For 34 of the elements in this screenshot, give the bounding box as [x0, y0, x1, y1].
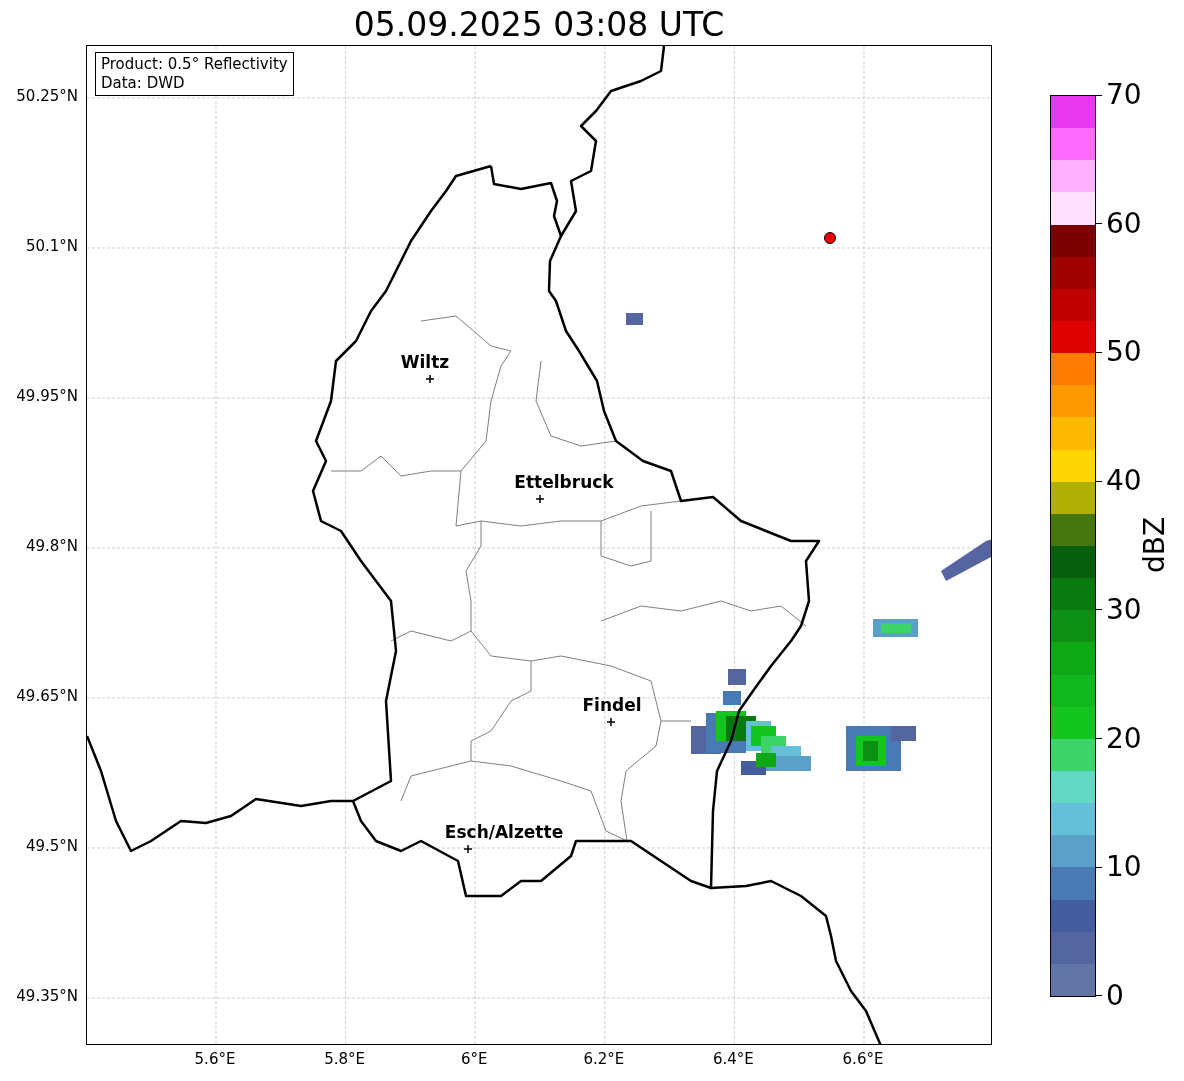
colorbar-tick-label: 30 [1106, 593, 1142, 626]
colorbar-tick-label: 50 [1106, 336, 1142, 369]
latitude-label: 49.5°N [25, 839, 78, 854]
colorbar-tick-label: 20 [1106, 722, 1142, 755]
city-label: Ettelbruck [514, 474, 614, 491]
city-label: Esch/Alzette [444, 824, 564, 841]
city-marker-icon [463, 844, 473, 854]
city-label: Wiltz [400, 354, 450, 371]
latitude-label: 50.25°N [16, 89, 78, 104]
colorbar-tick-label: 0 [1106, 979, 1124, 1012]
longitude-label: 5.8°E [324, 1052, 365, 1067]
latitude-label: 49.65°N [16, 689, 78, 704]
chart-title: 05.09.2025 03:08 UTC [353, 8, 725, 45]
info-text: Data: DWD [101, 74, 186, 93]
colorbar-tick-label: 10 [1106, 851, 1142, 884]
city-marker-icon [535, 494, 545, 504]
longitude-label: 5.6°E [194, 1052, 236, 1067]
longitude-label: 6.4°E [712, 1052, 754, 1067]
city-label: Findel [582, 697, 642, 714]
location-dot-icon [824, 232, 836, 244]
colorbar-tick-label: 70 [1106, 79, 1142, 111]
longitude-label: 6.2°E [583, 1052, 625, 1067]
latitude-label: 49.35°N [16, 989, 78, 1004]
latitude-label: 49.95°N [16, 389, 78, 404]
colorbar-tick-label: 60 [1106, 207, 1142, 240]
info-text: Product: 0.5° Reflectivity [101, 55, 288, 74]
city-marker-icon [606, 717, 616, 727]
latitude-label: 49.8°N [25, 539, 78, 554]
city-marker-icon [425, 374, 435, 384]
longitude-label: 6°E [460, 1052, 488, 1067]
longitude-label: 6.6°E [842, 1052, 884, 1067]
colorbar-label: dBZ [1141, 516, 1169, 574]
colorbar-tick-label: 40 [1106, 465, 1142, 498]
latitude-label: 50.1°N [25, 239, 78, 254]
